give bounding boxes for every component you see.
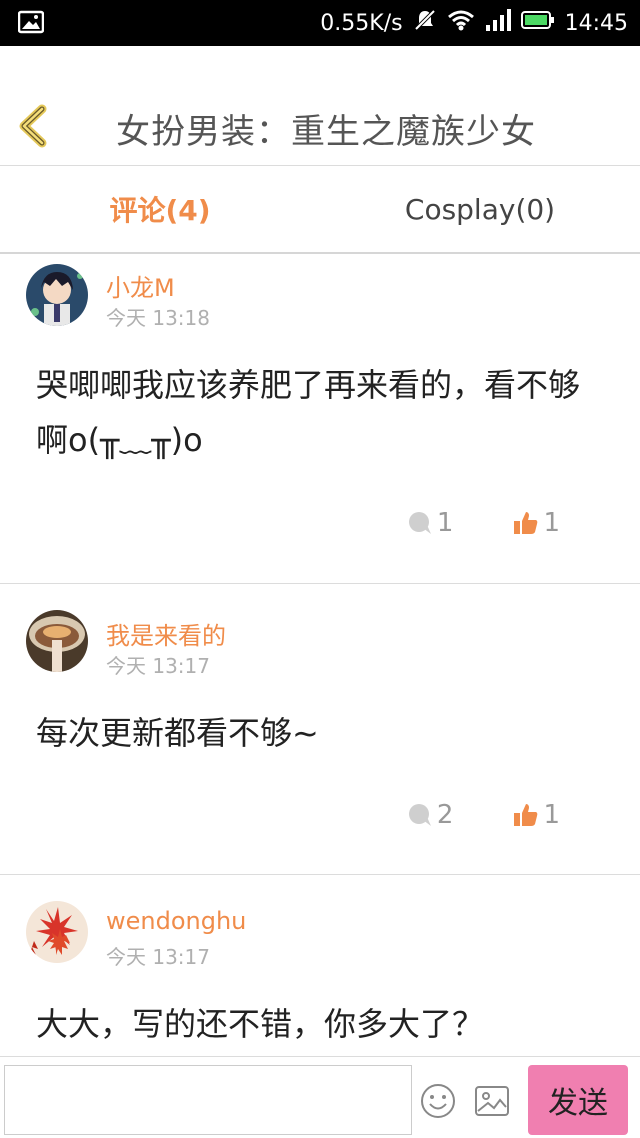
comment-text: 哭唧唧我应该养肥了再来看的，看不够啊o(╥﹏╥)o xyxy=(36,366,581,459)
reply-button[interactable]: 2 xyxy=(407,800,454,830)
avatar[interactable] xyxy=(26,901,88,963)
username[interactable]: wendonghu xyxy=(106,907,246,935)
reply-count: 1 xyxy=(436,508,454,538)
image-icon xyxy=(475,1086,509,1116)
thumbs-up-icon xyxy=(514,804,538,826)
reply-count: 2 xyxy=(436,800,454,830)
avatar[interactable] xyxy=(26,264,88,326)
comment-list[interactable]: 小龙M 今天 13:18 哭唧唧我应该养肥了再来看的，看不够啊o(╥﹏╥)o 1… xyxy=(0,256,640,1056)
comment-input[interactable] xyxy=(4,1065,412,1135)
title-bar: 女扮男装：重生之魔族少女 xyxy=(0,46,640,166)
signal-icon xyxy=(485,9,511,37)
comment-actions: 2 1 xyxy=(407,800,560,830)
comment-text: 大大，写的还不错，你多大了？ xyxy=(36,1005,485,1043)
tab-cosplay[interactable]: Cosplay(0) xyxy=(320,166,640,252)
like-button[interactable]: 1 xyxy=(513,800,560,830)
status-bar: 0.55K/s 14:45 xyxy=(0,0,640,46)
comment-actions: 1 1 xyxy=(407,508,560,538)
image-button[interactable] xyxy=(474,1083,510,1119)
emoji-icon xyxy=(421,1084,455,1118)
comment-bubble-icon xyxy=(408,512,431,534)
image-notification-icon xyxy=(17,10,45,34)
comment-item: 我是来看的 今天 13:17 每次更新都看不够~ 2 1 xyxy=(0,584,640,875)
comment-item: wendonghu 今天 13:17 大大，写的还不错，你多大了？ xyxy=(0,875,640,1056)
mute-icon xyxy=(413,8,437,38)
tab-bar: 评论(4) Cosplay(0) xyxy=(0,166,640,254)
avatar[interactable] xyxy=(26,610,88,672)
username[interactable]: 小龙M xyxy=(106,268,175,303)
timestamp: 今天 13:17 xyxy=(106,945,210,969)
send-button[interactable]: 发送 xyxy=(528,1065,628,1135)
emoji-button[interactable] xyxy=(420,1083,456,1119)
tab-comments[interactable]: 评论(4) xyxy=(0,166,320,252)
timestamp: 今天 13:17 xyxy=(106,654,210,678)
like-count: 1 xyxy=(543,508,560,538)
clock: 14:45 xyxy=(564,10,628,36)
comment-item: 小龙M 今天 13:18 哭唧唧我应该养肥了再来看的，看不够啊o(╥﹏╥)o 1… xyxy=(0,256,640,584)
network-speed: 0.55K/s xyxy=(320,10,403,36)
input-bar: 发送 xyxy=(0,1056,640,1138)
comment-text: 每次更新都看不够~ xyxy=(36,714,319,752)
thumbs-up-icon xyxy=(514,512,538,534)
page-title: 女扮男装：重生之魔族少女 xyxy=(116,112,536,152)
comment-bubble-icon xyxy=(408,804,431,826)
wifi-icon xyxy=(447,9,475,37)
timestamp: 今天 13:18 xyxy=(106,306,210,330)
like-count: 1 xyxy=(543,800,560,830)
username[interactable]: 我是来看的 xyxy=(106,616,226,651)
reply-button[interactable]: 1 xyxy=(407,508,454,538)
battery-icon xyxy=(520,10,555,36)
like-button[interactable]: 1 xyxy=(513,508,560,538)
